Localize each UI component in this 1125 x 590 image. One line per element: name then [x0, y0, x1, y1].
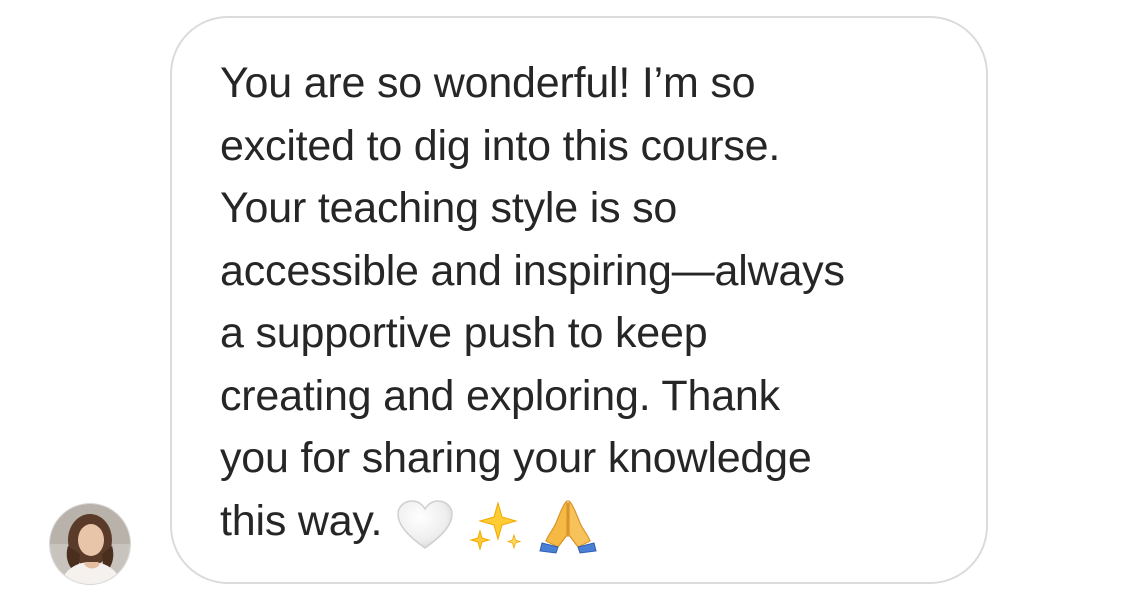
message-line: excited to dig into this course.: [220, 121, 781, 170]
message-text: You are so wonderful! I’m so excited to …: [220, 52, 960, 555]
message-line: You are so wonderful! I’m so: [220, 59, 756, 107]
message-line: creating and exploring. Thank: [220, 371, 780, 420]
message-thread: You are so wonderful! I’m so excited to …: [0, 0, 1125, 590]
avatar[interactable]: [49, 503, 131, 585]
sparkles-icon: [468, 497, 524, 553]
message-line: accessible and inspiring—always: [220, 246, 845, 295]
profile-photo-avatar: [50, 504, 130, 584]
message-line: you for sharing your knowledge: [220, 434, 812, 482]
message-bubble[interactable]: You are so wonderful! I’m so excited to …: [170, 16, 988, 584]
message-line: a supportive push to keep: [220, 309, 708, 357]
emoji-group: [382, 491, 598, 555]
message-line: this way.: [220, 496, 383, 545]
folded-hands-icon: [538, 495, 598, 555]
white-heart-icon: [396, 499, 454, 551]
message-line: Your teaching style is so: [220, 184, 678, 232]
